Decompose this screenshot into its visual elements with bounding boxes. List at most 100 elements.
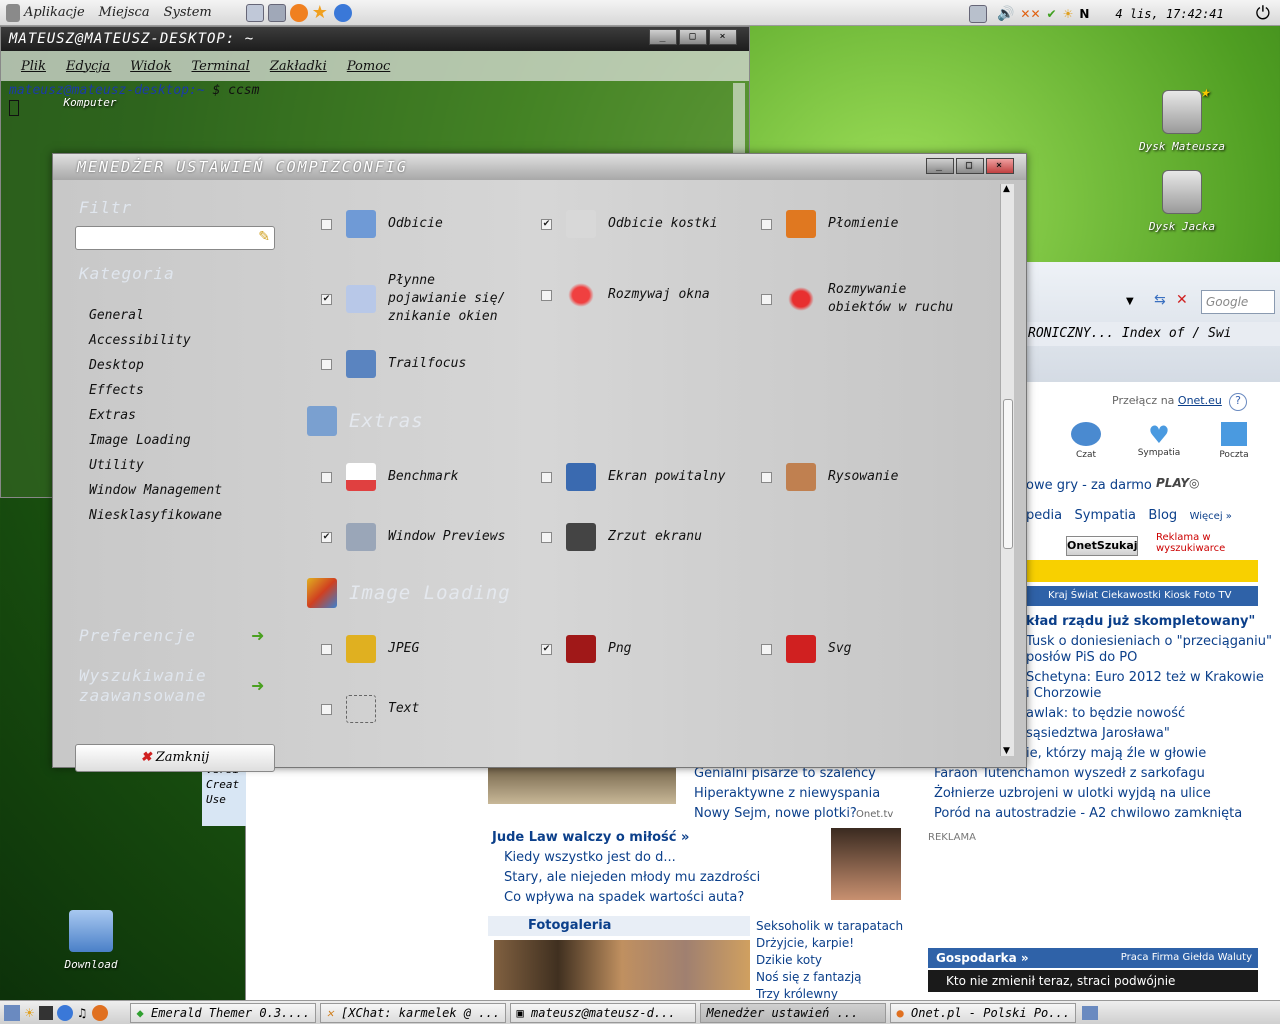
headline[interactable]: Faraon Tutenchamon wyszedł z sarkofagu [934, 766, 1205, 781]
gnome-foot-icon[interactable] [6, 3, 20, 22]
category-desktop[interactable]: Desktop [89, 358, 144, 373]
news-photo[interactable] [488, 762, 676, 804]
plugin-checkbox[interactable]: ✔ [321, 531, 332, 543]
applications-menu[interactable]: Aplikacje [24, 5, 85, 20]
advanced-search-arrow-icon[interactable]: ➜ [251, 676, 269, 695]
maximize-button[interactable]: □ [679, 29, 707, 45]
plugin-checkbox[interactable] [321, 358, 332, 370]
service-poczta[interactable]: Poczta [1214, 422, 1254, 460]
foto-item[interactable]: Noś się z fantazją [756, 969, 903, 986]
star-launcher-icon[interactable]: ★ [312, 3, 330, 22]
desktop-icon-download[interactable]: Download [46, 910, 136, 971]
switch-link[interactable]: Onet.eu [1178, 394, 1222, 407]
network-icon[interactable] [968, 4, 987, 23]
desktop-icon-dysk-mateusza[interactable]: Dysk Mateusza ★ [1122, 82, 1242, 153]
stop-icon[interactable]: ✕ [1176, 292, 1188, 308]
volume-icon[interactable]: 🔊 [997, 6, 1014, 22]
headline[interactable]: Schetyna: Euro 2012 też w Krakowie [1026, 670, 1264, 685]
category-extras[interactable]: Extras [89, 408, 136, 423]
task-firefox[interactable]: ● Onet.pl - Polski Po... [889, 1002, 1076, 1023]
jude-item[interactable]: Stary, ale niejeden młody mu zazdrości [504, 870, 760, 885]
ccsm-window[interactable]: MENEDŻER USTAWIEŃ COMPIZCONFIG _ □ × Fil… [52, 153, 1027, 772]
foto-item[interactable]: Dzikie koty [756, 952, 903, 969]
category-effects[interactable]: Effects [89, 383, 144, 398]
clear-filter-icon[interactable]: ✎ [258, 229, 270, 245]
tab-pedia[interactable]: pedia [1026, 508, 1062, 523]
jude-item[interactable]: Co wpływa na spadek wartości auta? [504, 890, 744, 905]
plugin-zrzut-ekranu[interactable]: Zrzut ekranu [541, 523, 702, 551]
category-utility[interactable]: Utility [89, 458, 144, 473]
system-menu[interactable]: System [164, 5, 212, 20]
update-check-icon[interactable]: ✔ [1047, 7, 1057, 21]
reload-icon[interactable]: ⇆ [1154, 292, 1166, 308]
plugin-rozmywaj-okna[interactable]: Rozmywaj okna [541, 281, 710, 309]
keyboard-indicator[interactable]: N [1079, 7, 1089, 21]
weather-icon[interactable]: ☀ [24, 1006, 35, 1020]
plugin-checkbox[interactable] [321, 218, 332, 230]
plugin-trailfocus[interactable]: Trailfocus [321, 350, 466, 378]
category-unclassified[interactable]: Niesklasyfikowane [89, 508, 222, 523]
plugin-ekran-powitalny[interactable]: Ekran powitalny [541, 463, 725, 491]
plugin-svg[interactable]: Svg [761, 635, 851, 663]
task-terminal[interactable]: ▣ mateusz@mateusz-d... [509, 1002, 696, 1023]
menu-pomoc[interactable]: Pomoc [347, 59, 390, 74]
gospodarka-header[interactable]: Gospodarka » Praca Firma Giełda Waluty [928, 948, 1258, 968]
task-emerald[interactable]: ◆ Emerald Themer 0.3.... [129, 1002, 316, 1023]
headline[interactable]: Nowy Sejm, nowe plotki? [694, 806, 857, 821]
minimize-button[interactable]: _ [649, 29, 677, 45]
news-nav[interactable]: Kraj Świat Ciekawostki Kiosk Foto TV [1026, 586, 1258, 606]
headline[interactable]: Poród na autostradzie - A2 chwilowo zamk… [934, 806, 1242, 821]
headline[interactable]: awlak: to będzie nowość [1026, 706, 1185, 721]
plugin-checkbox[interactable]: ✔ [541, 643, 552, 655]
dropdown-arrow-icon[interactable]: ▼ [1126, 296, 1134, 307]
bookmarks-bar[interactable]: RONICZNY... Index of / Swi [1026, 322, 1280, 346]
close-button[interactable]: × [986, 158, 1014, 174]
service-sympatia[interactable]: ♥ Sympatia [1134, 422, 1184, 458]
plugin-checkbox[interactable] [541, 289, 552, 301]
plugin-checkbox[interactable] [541, 531, 552, 543]
plugin-checkbox[interactable] [321, 703, 332, 715]
menu-plik[interactable]: Plik [21, 59, 46, 74]
foto-item[interactable]: Drżyjcie, karpie! [756, 935, 903, 952]
plugin-png[interactable]: ✔ Png [541, 635, 631, 663]
window-list-icon[interactable] [38, 1005, 53, 1020]
jude-law-title[interactable]: Jude Law walczy o miłość » [492, 830, 689, 845]
jude-law-photo[interactable] [831, 828, 901, 900]
headline[interactable]: Hiperaktywne z niewyspania [694, 786, 880, 801]
plugin-rysowanie[interactable]: Rysowanie [761, 463, 898, 491]
minimize-button[interactable]: _ [926, 158, 954, 174]
plugin-motion-blur[interactable]: Rozmywanie obiektów w ruchu [761, 281, 958, 317]
jude-item[interactable]: Kiedy wszystko jest do d... [504, 850, 676, 865]
task-xchat[interactable]: ✕ [XChat: karmelek @ ... [319, 1002, 506, 1023]
category-window-management[interactable]: Window Management [89, 483, 222, 498]
menu-widok[interactable]: Widok [130, 59, 171, 74]
maximize-button[interactable]: □ [956, 158, 984, 174]
screenshot-launcher-icon[interactable] [267, 3, 286, 22]
filter-input[interactable]: ✎ [75, 226, 275, 250]
browser-launcher-icon[interactable] [333, 3, 352, 22]
menu-zakladki[interactable]: Zakładki [270, 59, 327, 74]
plugin-list-scrollbar[interactable]: ▲ ▼ [1000, 184, 1014, 756]
tab-blog[interactable]: Blog [1148, 508, 1177, 523]
plugin-checkbox[interactable] [541, 471, 552, 483]
search-input[interactable]: Google [1201, 290, 1275, 314]
ccsm-titlebar[interactable]: MENEDŻER USTAWIEŃ COMPIZCONFIG _ □ × [53, 154, 1026, 180]
search-button[interactable]: OnetSzukaj [1066, 536, 1138, 556]
category-image-loading[interactable]: Image Loading [89, 433, 191, 448]
plugin-text[interactable]: Text [321, 695, 419, 723]
plugin-checkbox[interactable] [321, 471, 332, 483]
task-ccsm[interactable]: Menedżer ustawień ... [699, 1002, 886, 1023]
clock[interactable]: 4 lis, 17:42:41 [1115, 7, 1223, 21]
plugin-odbicie[interactable]: Odbicie [321, 210, 443, 238]
scroll-thumb[interactable] [1003, 399, 1013, 549]
games-link[interactable]: owe gry - za darmo [1026, 478, 1152, 493]
scroll-up-icon[interactable]: ▲ [1003, 184, 1010, 194]
plugin-checkbox[interactable]: ✔ [321, 293, 332, 305]
gospodarka-banner[interactable]: Kto nie zmienił teraz, straci podwójnie [928, 970, 1258, 992]
terminal-titlebar[interactable]: MATEUSZ@MATEUSZ-DESKTOP: ~ _ □ × [1, 27, 749, 51]
scroll-down-icon[interactable]: ▼ [1003, 746, 1010, 756]
plugin-checkbox[interactable] [321, 643, 332, 655]
headline[interactable]: i Chorzowie [1026, 686, 1101, 701]
gospodarka-links[interactable]: Praca Firma Giełda Waluty [1121, 952, 1252, 963]
firefox-launcher-icon[interactable] [91, 1004, 108, 1021]
